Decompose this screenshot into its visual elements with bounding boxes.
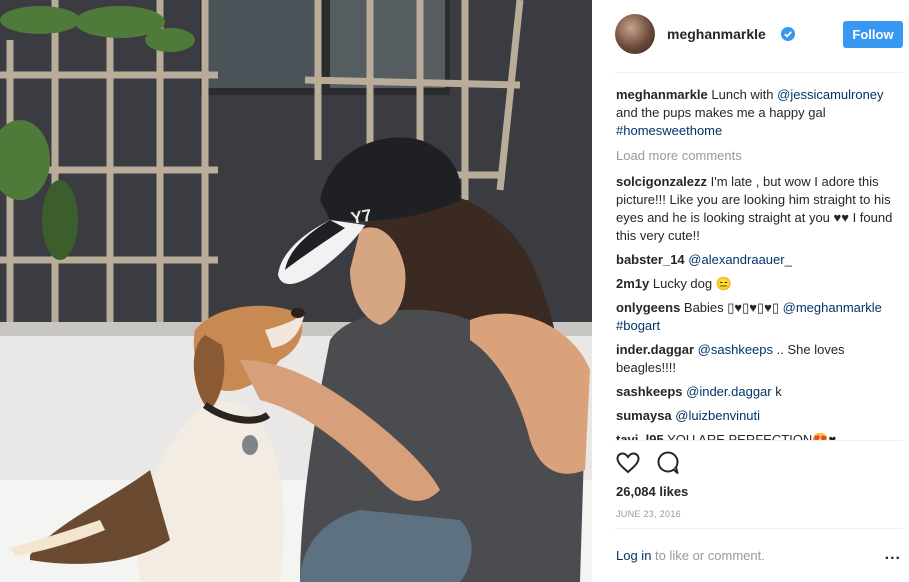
comment-username[interactable]: babster_14: [616, 252, 685, 267]
comment-mention[interactable]: @meghanmarkle: [783, 300, 882, 315]
header-username[interactable]: meghanmarkle: [667, 26, 766, 42]
caption-text: Lunch with: [707, 87, 778, 102]
caption-hashtag[interactable]: #homesweethome: [616, 123, 722, 138]
load-more-comments[interactable]: Load more comments: [616, 147, 898, 165]
photo-illustration: Y7: [0, 0, 592, 582]
header-divider: [615, 72, 903, 73]
verified-badge-icon: [781, 27, 795, 41]
comment-username[interactable]: sashkeeps: [616, 384, 683, 399]
cap-logo: Y7: [349, 206, 373, 228]
follow-button[interactable]: Follow: [843, 21, 903, 48]
comment-item: tavi_l95 YOU ARE PERFECTION😍♥: [616, 431, 898, 440]
comment-username[interactable]: 2m1y: [616, 276, 649, 291]
post-sidebar: meghanmarkle Follow meghanmarkle Lunch w…: [600, 0, 909, 582]
more-options-icon[interactable]: ...: [885, 546, 901, 564]
comment-mention[interactable]: @sashkeeps: [698, 342, 773, 357]
comment-icon[interactable]: [655, 450, 681, 476]
post-date: JUNE 23, 2016: [616, 509, 681, 519]
comment-item: solcigonzalezz I'm late , but wow I ador…: [616, 173, 898, 245]
login-link[interactable]: Log in: [616, 548, 651, 563]
comment-text: k: [771, 384, 782, 399]
comment-hashtag[interactable]: #bogart: [616, 318, 660, 333]
comment-username[interactable]: inder.daggar: [616, 342, 694, 357]
comment-item: sashkeeps @inder.daggar k: [616, 383, 898, 401]
post-photo[interactable]: Y7: [0, 0, 592, 582]
comment-username[interactable]: solcigonzalezz: [616, 174, 707, 189]
comment-text: YOU ARE PERFECTION😍♥: [663, 432, 837, 440]
comment-mention[interactable]: @luizbenvinuti: [675, 408, 760, 423]
caption-text: and the pups makes me a happy gal: [616, 105, 826, 120]
comment-username[interactable]: tavi_l95: [616, 432, 664, 440]
post-header: meghanmarkle Follow: [615, 14, 903, 56]
footer-divider: [615, 528, 903, 529]
comment-mention[interactable]: @inder.daggar: [686, 384, 771, 399]
comments-list[interactable]: meghanmarkle Lunch with @jessicamulroney…: [616, 86, 898, 440]
login-prompt-text: to like or comment.: [651, 548, 765, 563]
comment-item: sumaysa @luizbenvinuti: [616, 407, 898, 425]
comment-text: Lucky dog 😑: [649, 276, 732, 291]
actions-divider: [615, 440, 903, 441]
avatar[interactable]: [615, 14, 655, 54]
comment-username[interactable]: onlygeens: [616, 300, 680, 315]
login-prompt: Log in to like or comment.: [616, 548, 765, 563]
heart-icon[interactable]: [615, 450, 641, 476]
comment-item: onlygeens Babies ▯♥▯♥▯♥▯ @meghanmarkle #…: [616, 299, 898, 335]
caption-mention[interactable]: @jessicamulroney: [777, 87, 883, 102]
comment-item: inder.daggar @sashkeeps .. She loves bea…: [616, 341, 898, 377]
caption: meghanmarkle Lunch with @jessicamulroney…: [616, 86, 898, 140]
likes-count[interactable]: 26,084 likes: [616, 484, 688, 499]
caption-username[interactable]: meghanmarkle: [616, 87, 708, 102]
comment-item: babster_14 @alexandraauer_: [616, 251, 898, 269]
comment-text: Babies ▯♥▯♥▯♥▯: [680, 300, 783, 315]
comment-item: 2m1y Lucky dog 😑: [616, 275, 898, 293]
comment-mention[interactable]: @alexandraauer_: [688, 252, 792, 267]
comment-username[interactable]: sumaysa: [616, 408, 672, 423]
